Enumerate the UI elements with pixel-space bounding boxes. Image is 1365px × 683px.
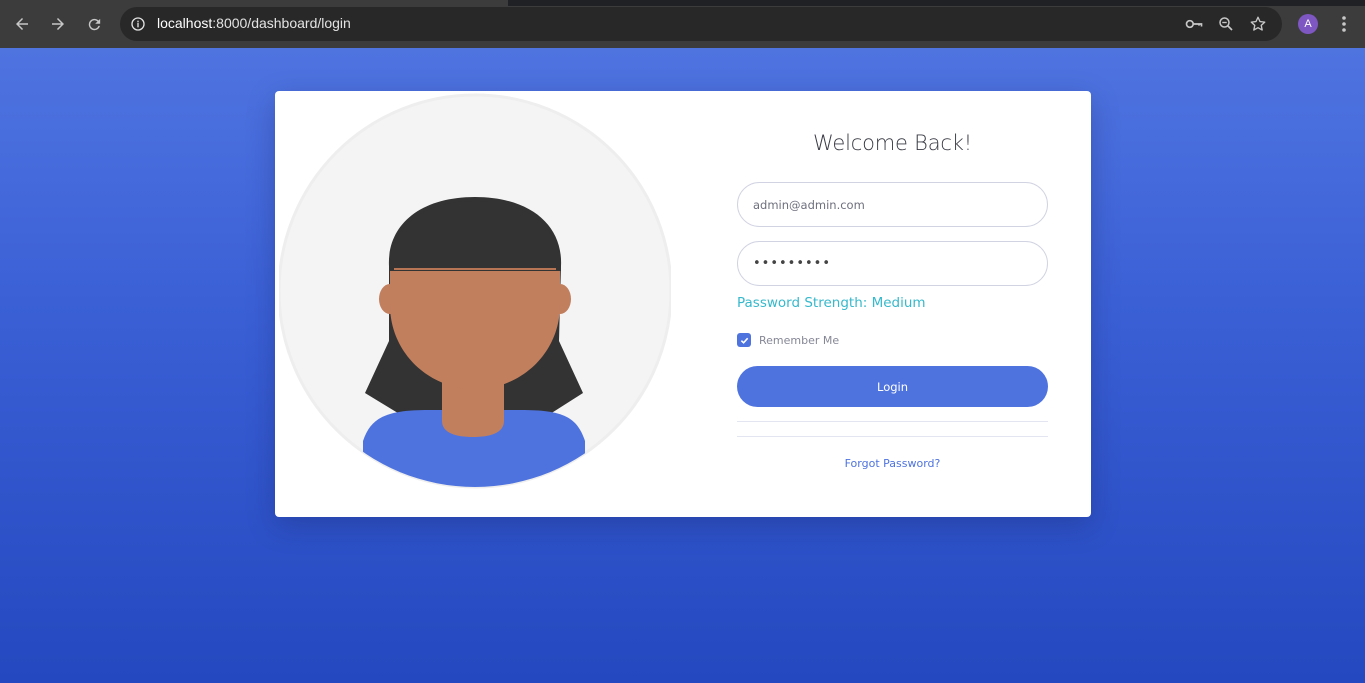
- bookmark-button[interactable]: [1246, 12, 1270, 36]
- address-bar[interactable]: localhost:8000/dashboard/login: [120, 7, 1282, 41]
- back-arrow-icon: [16, 18, 28, 30]
- url-text[interactable]: localhost:8000/dashboard/login: [157, 15, 351, 31]
- url-host: localhost: [157, 15, 213, 31]
- bookmark-star-icon: [1250, 16, 1266, 31]
- forward-button[interactable]: [46, 12, 70, 36]
- page-title: Welcome Back!: [813, 131, 972, 155]
- zoom-icon: [1219, 17, 1233, 31]
- profile-avatar[interactable]: A: [1298, 14, 1318, 34]
- active-tab: [0, 0, 508, 6]
- back-button[interactable]: [10, 12, 34, 36]
- remember-me-checkbox[interactable]: [737, 333, 751, 347]
- login-card: Welcome Back! Password Strength: Medium …: [275, 91, 1091, 517]
- password-key-icon: [1185, 19, 1203, 29]
- page-background: Welcome Back! Password Strength: Medium …: [0, 48, 1365, 683]
- remember-me-row: Remember Me: [737, 333, 839, 347]
- email-field[interactable]: [737, 182, 1048, 227]
- password-strength-text: Password Strength: Medium: [737, 295, 926, 311]
- site-info-button[interactable]: [126, 12, 150, 36]
- login-button[interactable]: Login: [737, 366, 1048, 407]
- divider: [737, 421, 1048, 422]
- forgot-password-link[interactable]: Forgot Password?: [737, 457, 1048, 470]
- url-path: :8000/dashboard/login: [212, 15, 351, 31]
- site-info-icon: [131, 17, 145, 31]
- woman-avatar-illustration: [279, 93, 671, 489]
- divider: [737, 436, 1048, 437]
- zoom-button[interactable]: [1214, 12, 1238, 36]
- browser-toolbar: localhost:8000/dashboard/login A: [0, 0, 1365, 48]
- browser-menu-button[interactable]: [1333, 12, 1355, 36]
- password-manager-button[interactable]: [1182, 12, 1206, 36]
- check-icon: [740, 337, 748, 344]
- reload-button[interactable]: [82, 12, 106, 36]
- password-field[interactable]: [737, 241, 1048, 286]
- forward-arrow-icon: [52, 18, 64, 30]
- reload-icon: [88, 18, 100, 30]
- remember-me-label[interactable]: Remember Me: [759, 334, 839, 347]
- tab-strip: [0, 0, 1365, 6]
- more-vert-icon: [1342, 16, 1346, 32]
